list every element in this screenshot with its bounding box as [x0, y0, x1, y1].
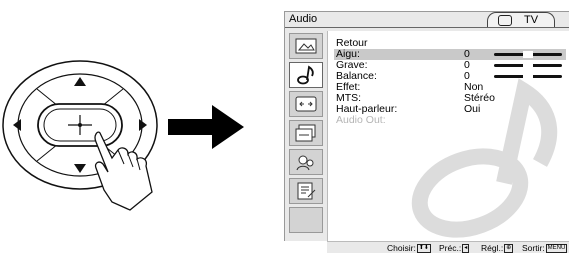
left-key-icon: ◂ — [462, 244, 470, 253]
row-label: Audio Out: — [336, 114, 386, 126]
audio-settings-panel: Retour Aigu: 0 Grave: 0 Balance: 0 Effet… — [327, 31, 569, 242]
slider-knob[interactable] — [523, 51, 533, 58]
right-arrow-pointer-icon — [168, 105, 244, 149]
category-screen[interactable] — [289, 91, 323, 117]
menu-row-aigu[interactable]: Aigu: 0 — [334, 49, 566, 60]
enter-key-icon: ⊕ — [504, 244, 514, 253]
input-mode-label: TV — [524, 14, 539, 26]
bass-slider[interactable] — [494, 62, 562, 69]
header-divider — [285, 27, 569, 28]
balance-slider[interactable] — [494, 73, 562, 80]
hint-exit-label: Sortir: — [522, 243, 545, 253]
hint-prev-label: Préc.: — [439, 243, 462, 253]
category-empty — [289, 207, 323, 233]
menu-key-icon: MENU — [545, 244, 568, 253]
treble-slider[interactable] — [494, 51, 562, 58]
menu-title: Audio — [289, 13, 318, 25]
menu-row-effet[interactable]: Effet: Non — [334, 82, 566, 93]
channel-icon — [295, 124, 316, 142]
hint-adjust-label: Régl.: — [481, 243, 504, 253]
menu-footer-hints: Choisir: ⬆⬇ Préc.: ◂ Régl.: ⊕ Sortir: MENU — [327, 241, 569, 253]
remote-dpad-illustration — [2, 60, 158, 211]
category-icon-column — [287, 31, 325, 242]
category-picture[interactable] — [289, 33, 323, 59]
setup-icon — [297, 182, 316, 200]
category-parental-lock[interactable] — [289, 149, 323, 175]
hint-exit: Sortir: MENU — [522, 243, 568, 253]
parental-lock-icon — [296, 155, 314, 171]
slider-knob[interactable] — [523, 62, 533, 69]
menu-row-retour[interactable]: Retour — [334, 38, 566, 49]
up-down-key-icon: ⬆⬇ — [416, 244, 431, 253]
menu-row-audio-out: Audio Out: — [334, 115, 566, 126]
screen-icon — [295, 96, 317, 112]
tv-audio-menu: Audio TV Retour Aigu: 0 Grave: 0 Balance… — [284, 11, 569, 253]
menu-header: Audio TV — [285, 12, 569, 28]
category-channel[interactable] — [289, 120, 323, 146]
hint-adjust: Régl.: ⊕ — [481, 243, 514, 253]
category-setup[interactable] — [289, 178, 323, 204]
tv-screen-icon — [498, 15, 512, 26]
picture-icon — [295, 38, 317, 54]
menu-row-balance[interactable]: Balance: 0 — [334, 71, 566, 82]
category-audio[interactable] — [289, 62, 323, 88]
hint-choose: Choisir: ⬆⬇ — [387, 243, 431, 253]
hint-prev: Préc.: ◂ — [439, 243, 470, 253]
slider-knob[interactable] — [523, 73, 533, 80]
input-mode-tab: TV — [487, 12, 555, 27]
hint-choose-label: Choisir: — [387, 243, 416, 253]
music-note-icon — [297, 65, 314, 85]
row-value: Oui — [464, 103, 481, 115]
